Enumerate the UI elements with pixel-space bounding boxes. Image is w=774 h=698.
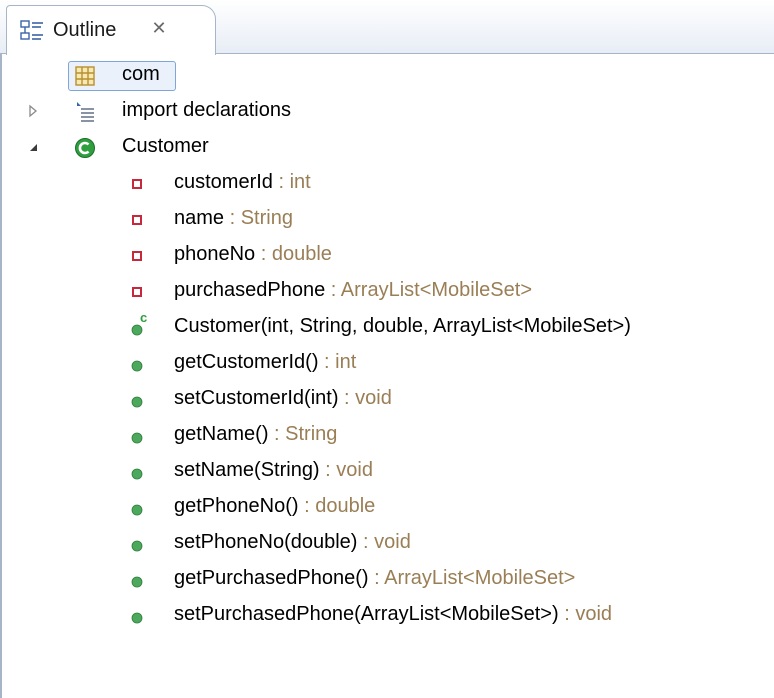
member-name: customerId <box>174 171 273 193</box>
member-label: getPhoneNo() : double <box>174 494 375 518</box>
public-method-icon <box>126 353 148 375</box>
private-field-icon <box>126 173 148 195</box>
member-label: name : String <box>174 206 293 230</box>
public-method-icon <box>126 389 148 411</box>
member-type: : void <box>357 531 411 553</box>
tree-node-class[interactable]: Customer <box>2 129 762 165</box>
member-type: : String <box>224 207 293 229</box>
member-label: setPurchasedPhone(ArrayList<MobileSet>) … <box>174 602 612 626</box>
view-tab-strip: Outline ✕ <box>0 0 774 55</box>
tree-node-method[interactable]: getPurchasedPhone() : ArrayList<MobileSe… <box>2 561 762 597</box>
member-label: setName(String) : void <box>174 458 373 482</box>
tree-node-field[interactable]: purchasedPhone : ArrayList<MobileSet> <box>2 273 762 309</box>
member-label: purchasedPhone : ArrayList<MobileSet> <box>174 278 532 302</box>
tab-outline-label: Outline <box>53 19 117 41</box>
tree-node-field[interactable]: phoneNo : double <box>2 237 762 273</box>
tree-node-method[interactable]: getPhoneNo() : double <box>2 489 762 525</box>
member-label: setCustomerId(int) : void <box>174 386 392 410</box>
member-type: : double <box>298 495 376 517</box>
outline-view: Outline ✕ com import declarations Custom… <box>0 0 774 698</box>
member-type: : ArrayList<MobileSet> <box>368 567 576 589</box>
tree-node-package[interactable]: com <box>2 57 762 93</box>
imports-label: import declarations <box>122 99 291 121</box>
private-field-icon <box>126 281 148 303</box>
member-name: getPurchasedPhone() <box>174 567 369 589</box>
private-field-icon <box>126 245 148 267</box>
member-name: purchasedPhone <box>174 279 326 301</box>
tree-node-method[interactable]: getCustomerId() : int <box>2 345 762 381</box>
member-label: phoneNo : double <box>174 242 332 266</box>
tree-node-method[interactable]: getName() : String <box>2 417 762 453</box>
member-name: name <box>174 207 225 229</box>
member-name: setName(String) <box>174 459 320 481</box>
tree-node-method[interactable]: setName(String) : void <box>2 453 762 489</box>
constructor-badge: c <box>140 310 148 325</box>
class-label: Customer <box>122 135 209 157</box>
member-name: setPhoneNo(double) <box>174 531 358 553</box>
member-name: getCustomerId() <box>174 351 319 373</box>
member-type: : int <box>318 351 357 373</box>
member-type: : ArrayList<MobileSet> <box>325 279 533 301</box>
public-method-icon <box>126 569 148 591</box>
member-label: setPhoneNo(double) : void <box>174 530 411 554</box>
member-type: : int <box>272 171 311 193</box>
public-method-icon <box>126 425 148 447</box>
member-label: getPurchasedPhone() : ArrayList<MobileSe… <box>174 566 575 590</box>
package-label: com <box>122 63 160 85</box>
private-field-icon <box>126 209 148 231</box>
import-declarations-icon <box>74 101 96 123</box>
close-icon[interactable]: ✕ <box>149 18 169 38</box>
tree-node-imports[interactable]: import declarations <box>2 93 762 129</box>
member-type: : String <box>268 423 338 445</box>
member-label: getName() : String <box>174 422 337 446</box>
collapse-arrow-icon[interactable] <box>26 140 40 154</box>
member-label: getCustomerId() : int <box>174 350 356 374</box>
member-type: : void <box>319 459 373 481</box>
expand-arrow-icon[interactable] <box>26 104 40 118</box>
member-name: getPhoneNo() <box>174 495 299 517</box>
public-method-icon <box>126 461 148 483</box>
public-method-icon <box>126 497 148 519</box>
tree-node-constructor[interactable]: c Customer(int, String, double, ArrayList… <box>2 309 762 345</box>
member-name: phoneNo <box>174 243 256 265</box>
member-label: Customer(int, String, double, ArrayList<… <box>174 314 631 338</box>
member-name: getName() <box>174 423 269 445</box>
member-name: Customer(int, String, double, ArrayList<… <box>174 315 631 337</box>
package-icon <box>74 65 96 87</box>
class-icon <box>74 137 96 159</box>
member-type: : void <box>558 603 613 625</box>
member-type: : double <box>255 243 332 265</box>
tree-node-field[interactable]: name : String <box>2 201 762 237</box>
member-name: setPurchasedPhone(ArrayList<MobileSet>) <box>174 603 559 625</box>
member-label: customerId : int <box>174 170 311 194</box>
tree-node-method[interactable]: setPurchasedPhone(ArrayList<MobileSet>) … <box>2 597 762 633</box>
tree-node-field[interactable]: customerId : int <box>2 165 762 201</box>
outline-view-icon <box>19 19 45 43</box>
member-name: setCustomerId(int) <box>174 387 339 409</box>
outline-tree[interactable]: com import declarations Customer custome… <box>2 55 774 698</box>
tab-outline[interactable]: Outline ✕ <box>6 5 216 55</box>
tree-node-method[interactable]: setCustomerId(int) : void <box>2 381 762 417</box>
public-method-icon <box>126 533 148 555</box>
public-method-icon <box>126 605 148 627</box>
tree-node-method[interactable]: setPhoneNo(double) : void <box>2 525 762 561</box>
member-type: : void <box>338 387 392 409</box>
